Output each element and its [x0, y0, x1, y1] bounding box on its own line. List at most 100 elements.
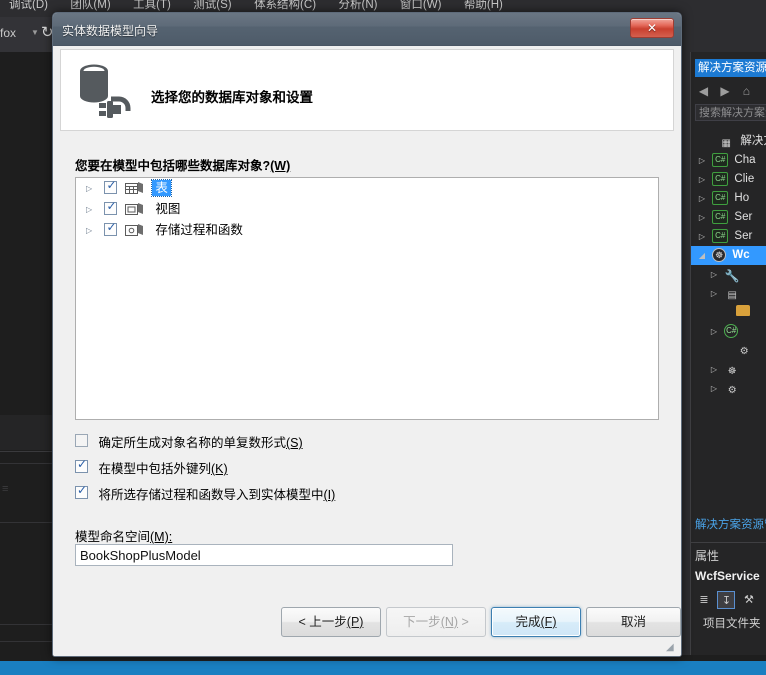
expander-icon[interactable]: ▷: [86, 178, 100, 199]
properties-description: 项目文件夹: [703, 618, 761, 630]
tab-solution-explorer-secondary[interactable]: 解决方案资源管理器: [695, 517, 766, 534]
checkbox-stored-procedures[interactable]: ✓: [104, 221, 118, 237]
namespace-input[interactable]: BookShopPlusModel: [75, 544, 453, 566]
list-item[interactable]: ▦ 解决方案: [691, 132, 766, 151]
list-item[interactable]: ▷ 🔧: [691, 265, 766, 284]
alphabetical-sort-icon[interactable]: ↧: [717, 591, 736, 609]
list-item[interactable]: ⚙: [691, 341, 766, 360]
list-item[interactable]: ▷ C# Cha: [691, 151, 766, 170]
properties-toolbar: ≣ ↧ ⚒: [695, 591, 766, 611]
list-item-label: Ser: [734, 211, 753, 223]
status-bar: [0, 661, 766, 675]
expander-icon[interactable]: ▷: [86, 199, 100, 220]
tree-row-label: 存储过程和函数: [155, 223, 243, 238]
option-foreign-keys[interactable]: ✓ 在模型中包括外键列(K): [75, 458, 228, 476]
page-title: 您要在模型中包括哪些数据库对象?(W): [75, 155, 290, 174]
expander-icon[interactable]: ▷: [707, 379, 721, 398]
dialog-header-banner: 选择您的数据库对象和设置: [60, 49, 674, 131]
list-item[interactable]: ▷ C# Clie: [691, 170, 766, 189]
list-item[interactable]: [691, 303, 766, 322]
option-pluralize[interactable]: 确定所生成对象名称的单复数形式(S): [75, 432, 303, 450]
view-group-icon: [124, 202, 143, 215]
csharp-project-icon: C#: [712, 171, 729, 186]
properties-object-name: WcfService: [695, 569, 760, 583]
expander-icon[interactable]: ▷: [707, 322, 721, 341]
database-objects-tree[interactable]: ▷ ✓ 表 ▷ ✓ 视图 ▷ ✓ 存储过程和函数: [75, 177, 659, 420]
expander-icon[interactable]: ▷: [695, 170, 709, 189]
expander-icon[interactable]: ▷: [695, 227, 709, 246]
divider: [0, 641, 55, 642]
checkbox-import-procedures[interactable]: ✓: [75, 484, 88, 499]
resize-grip-icon[interactable]: ◢: [666, 642, 678, 654]
tree-row-stored-procedures[interactable]: ▷ ✓ 存储过程和函数: [76, 220, 658, 241]
property-pages-icon[interactable]: ⚒: [740, 591, 758, 609]
expander-icon[interactable]: ▷: [695, 189, 709, 208]
expander-icon[interactable]: ▷: [86, 220, 100, 241]
procedure-group-icon: [124, 223, 143, 236]
menu-item-debug[interactable]: 调试(D): [0, 0, 57, 14]
checkbox-views[interactable]: ✓: [104, 200, 118, 216]
solution-search-input[interactable]: 搜索解决方案资源管理器: [695, 104, 766, 121]
web-service-icon: ☸: [727, 365, 737, 377]
list-item[interactable]: ▷ ☸: [691, 360, 766, 379]
list-item[interactable]: ▷ ▤: [691, 284, 766, 303]
back-button[interactable]: < 上一步(P): [281, 607, 381, 637]
finish-button[interactable]: 完成(F): [491, 607, 581, 637]
namespace-label: 模型命名空间(M):: [75, 526, 172, 545]
checkbox-foreign-keys[interactable]: ✓: [75, 458, 88, 473]
checkbox-tables[interactable]: ✓: [104, 179, 118, 195]
categorized-icon[interactable]: ≣: [695, 591, 713, 609]
csharp-project-icon: C#: [712, 209, 729, 224]
csharp-project-icon: C#: [712, 152, 729, 167]
next-button: 下一步(N) >: [386, 607, 486, 637]
dialog-body: 您要在模型中包括哪些数据库对象?(W) ▷ ✓ 表 ▷ ✓ 视图 ▷ ✓ 存储过…: [53, 132, 681, 656]
config-file-icon: ⚙: [739, 345, 749, 357]
expander-icon[interactable]: ▷: [707, 265, 721, 284]
database-connection-icon: [80, 64, 131, 118]
properties-title: 属性: [695, 549, 720, 563]
list-item[interactable]: ▷ ⚙: [691, 379, 766, 398]
list-item-label: 解决方案: [740, 135, 766, 147]
editor-document-band: [0, 415, 55, 450]
list-item[interactable]: ▷ C# Ser: [691, 208, 766, 227]
list-item-label: Ho: [734, 192, 750, 204]
list-item-label: Clie: [734, 173, 755, 185]
tab-solution-explorer[interactable]: 解决方案资源管理器: [695, 59, 766, 77]
expander-icon[interactable]: ▷: [707, 284, 721, 303]
solution-icon: ▦: [721, 137, 731, 149]
list-item[interactable]: ▷ C#: [691, 322, 766, 341]
list-item-label: Cha: [734, 154, 756, 166]
right-dock: 解决方案资源管理器 ◀ ▶ ⌂ 搜索解决方案资源管理器 ▦ 解决方案 ▷ C# …: [690, 52, 766, 655]
home-icon[interactable]: ⌂: [738, 83, 755, 100]
config-file-icon: ⚙: [727, 384, 737, 396]
list-item-selected[interactable]: ◢ ☸ Wc: [691, 246, 766, 265]
tree-row-label: 视图: [155, 202, 181, 217]
close-icon[interactable]: ✕: [630, 18, 674, 38]
cancel-button[interactable]: 取消: [586, 607, 681, 637]
checkbox-pluralize[interactable]: [75, 434, 88, 447]
ide-window: 调试(D) 团队(M) 工具(T) 测试(S) 体系结构(C) 分析(N) 窗口…: [0, 0, 766, 675]
folder-icon: [736, 305, 751, 317]
dialog-title-bar[interactable]: 实体数据模型向导 ✕: [53, 13, 681, 46]
references-icon: ▤: [727, 289, 737, 301]
option-accesskey: (I): [323, 488, 336, 502]
tree-row-tables[interactable]: ▷ ✓ 表: [76, 178, 658, 199]
dialog-button-row: < 上一步(P) 下一步(N) > 完成(F) 取消: [53, 607, 681, 637]
expander-icon[interactable]: ▷: [695, 151, 709, 170]
tree-row-views[interactable]: ▷ ✓ 视图: [76, 199, 658, 220]
solution-explorer-navbar: ◀ ▶ ⌂: [695, 82, 766, 102]
back-icon[interactable]: ◀: [695, 83, 712, 100]
list-item[interactable]: ▷ C# Ser: [691, 227, 766, 246]
properties-panel: 属性 WcfService ≣ ↧ ⚒ 项目文件夹: [691, 542, 766, 655]
tree-row-label: 表: [151, 179, 172, 198]
expander-icon[interactable]: ◢: [695, 246, 709, 265]
expander-icon[interactable]: ▷: [695, 208, 709, 227]
divider: [0, 624, 55, 625]
csharp-project-icon: C#: [712, 228, 729, 243]
option-import-procedures[interactable]: ✓ 将所选存储过程和函数导入到实体模型中(I): [75, 484, 336, 502]
chevron-down-icon[interactable]: ▼: [31, 28, 39, 37]
expander-icon[interactable]: ▷: [707, 360, 721, 379]
list-item[interactable]: ▷ C# Ho: [691, 189, 766, 208]
list-item-label: Wc: [732, 249, 750, 261]
forward-icon[interactable]: ▶: [716, 83, 733, 100]
